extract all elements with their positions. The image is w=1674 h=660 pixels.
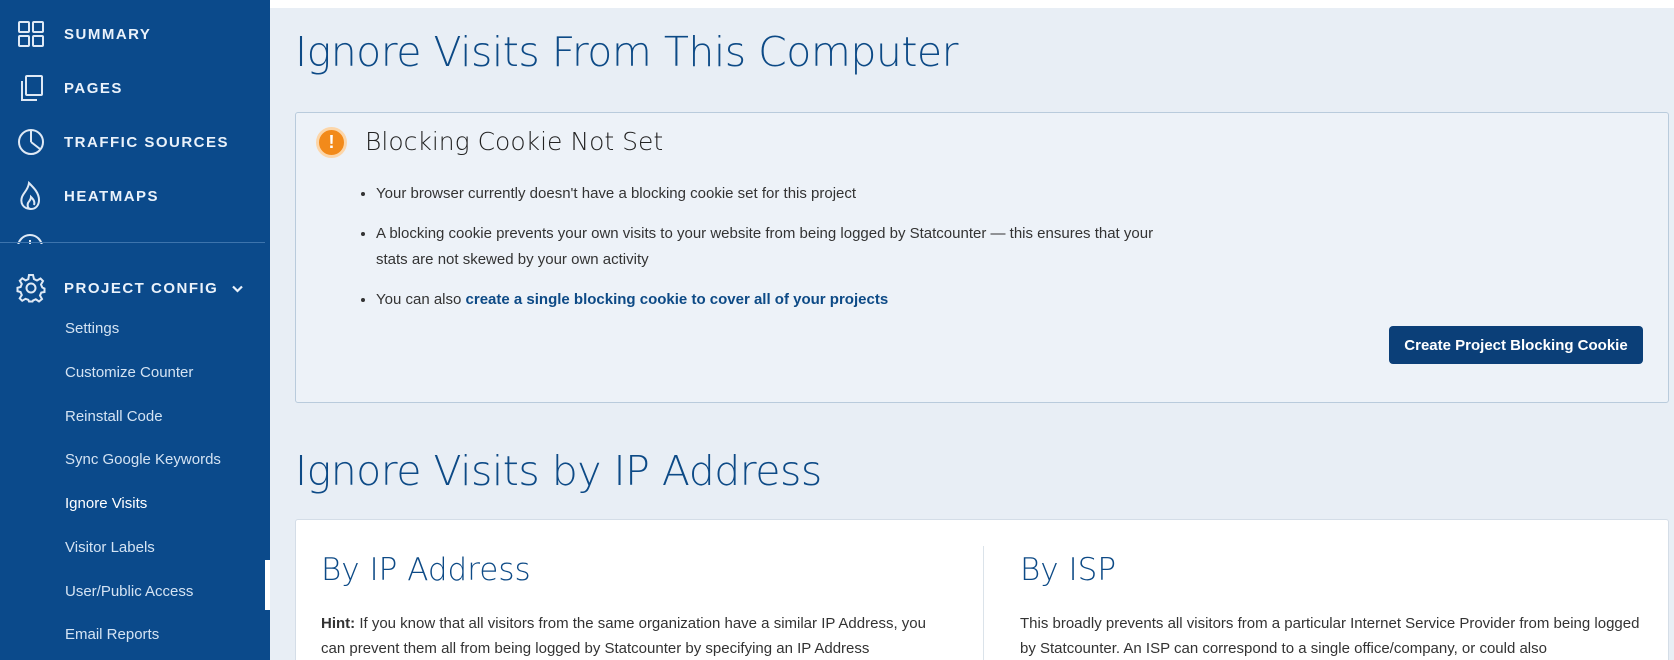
blocking-cookie-title: Blocking Cookie Not Set (365, 127, 664, 156)
sub-item-customize-counter[interactable]: Customize Counter (65, 364, 193, 381)
create-blocking-cookie-button[interactable]: Create Project Blocking Cookie (1389, 326, 1643, 364)
list-item-text: You can also (376, 291, 466, 308)
nav-traffic-sources-label: TRAFFIC SOURCES (64, 133, 229, 151)
section-title-ip: Ignore Visits by IP Address (295, 447, 822, 495)
warning-icon: ! (316, 127, 347, 158)
flame-icon (16, 181, 46, 211)
sub-item-user-public-access[interactable]: User/Public Access (65, 583, 193, 600)
grid-icon (16, 19, 46, 49)
pie-chart-icon (16, 127, 46, 157)
pages-icon (16, 73, 46, 103)
by-isp-text: This broadly prevents all visitors from … (1020, 615, 1640, 657)
list-item: You can also create a single blocking co… (376, 287, 1176, 313)
nav-traffic-sources[interactable]: TRAFFIC SOURCES (0, 122, 270, 162)
by-isp-title: By ISP (1020, 552, 1117, 588)
blocking-cookie-card: ! Blocking Cookie Not Set Your browser c… (295, 112, 1669, 403)
gear-icon (16, 273, 46, 303)
top-bar (270, 0, 1674, 8)
nav-project-config-label: PROJECT CONFIG (64, 280, 243, 297)
sub-item-visitor-labels[interactable]: Visitor Labels (65, 539, 155, 556)
sub-item-sync-google-keywords[interactable]: Sync Google Keywords (65, 451, 221, 468)
sub-item-reinstall-code[interactable]: Reinstall Code (65, 408, 163, 425)
list-item: Your browser currently doesn't have a bl… (376, 181, 1176, 207)
ip-address-card: By IP Address Hint: If you know that all… (295, 519, 1669, 660)
nav-pages[interactable]: PAGES (0, 68, 270, 108)
chevron-down-icon (232, 284, 243, 296)
nav-heatmaps-label: HEATMAPS (64, 187, 160, 205)
nav-summary-label: SUMMARY (64, 25, 152, 43)
nav-project-config[interactable]: PROJECT CONFIG (0, 268, 270, 308)
section-title-computer: Ignore Visits From This Computer (295, 28, 958, 76)
scroll-indicator[interactable] (265, 560, 270, 610)
project-config-text: PROJECT CONFIG (64, 279, 219, 297)
sidebar-divider (0, 242, 265, 243)
by-ip-title: By IP Address (321, 552, 531, 588)
nav-heatmaps[interactable]: HEATMAPS (0, 176, 270, 216)
nav-pages-label: PAGES (64, 79, 123, 97)
sub-item-email-reports[interactable]: Email Reports (65, 626, 159, 643)
sub-item-ignore-visits[interactable]: Ignore Visits (65, 495, 147, 512)
nav-summary[interactable]: SUMMARY (0, 14, 270, 54)
list-item: A blocking cookie prevents your own visi… (376, 221, 1176, 273)
sidebar: SUMMARY PAGES TRAFFIC SOURCES HEATMAPS P… (0, 0, 270, 660)
hint-label: Hint: (321, 615, 356, 632)
cookie-info-list: Your browser currently doesn't have a bl… (376, 181, 1176, 327)
all-projects-cookie-link[interactable]: create a single blocking cookie to cover… (466, 291, 889, 308)
by-ip-text: Hint: If you know that all visitors from… (321, 611, 931, 660)
sub-item-settings[interactable]: Settings (65, 320, 119, 337)
column-divider (983, 546, 984, 660)
hint-text: If you know that all visitors from the s… (321, 615, 926, 657)
